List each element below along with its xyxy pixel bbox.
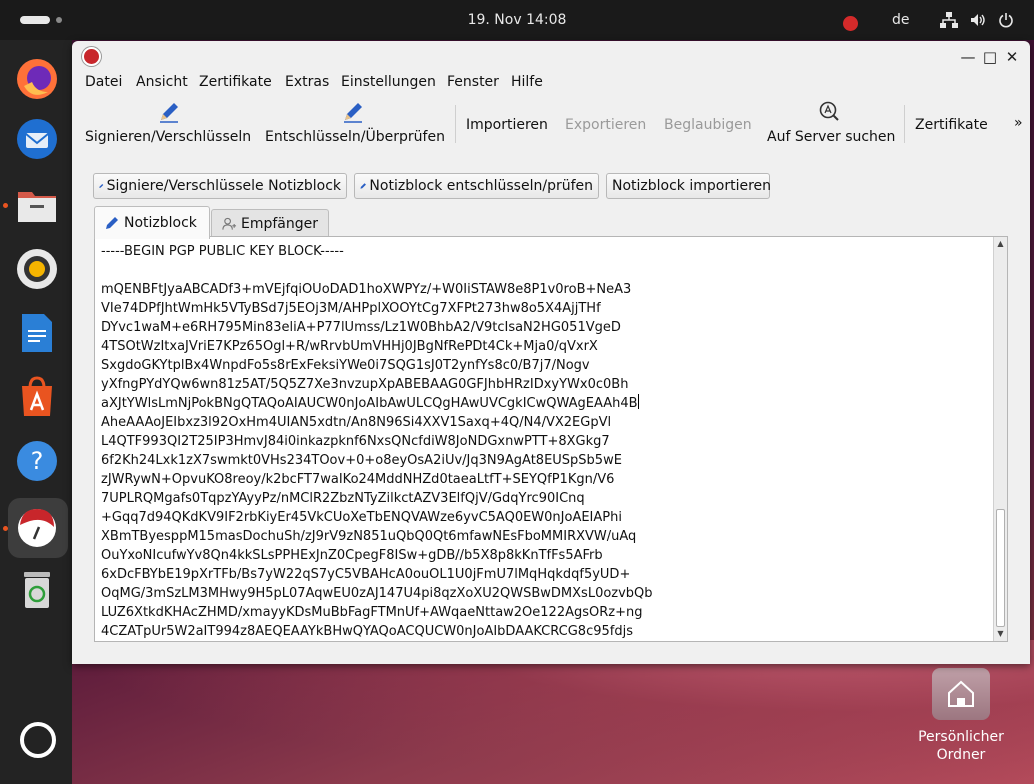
show-apps-icon[interactable] [20,722,56,758]
tab-recipients[interactable]: Empfänger [211,209,329,238]
certificates-button[interactable]: Zertifikate [915,117,988,133]
editor-line: SxgdoGKYtplBx4WnpdFo5s8rExFeksiYWe0i7SQG… [101,358,590,373]
trash-icon[interactable] [12,564,62,614]
sign-encrypt-notepad-button[interactable]: Signiere/Verschlüssele Notizblock [93,173,347,199]
text-caret [637,394,639,409]
sign-encrypt-button[interactable]: Signieren/Verschlüsseln [85,129,251,145]
lookup-server-icon [819,101,839,121]
certify-button[interactable]: Beglaubigen [664,117,752,133]
pen-icon [360,183,366,189]
editor-line: 4CZATpUr5W2aIT994z8AEQEAAYkBHwQYAQoACQUC… [101,624,633,639]
toolbar-separator [904,105,905,143]
close-icon[interactable]: ✕ [1002,47,1022,67]
editor-scrollbar[interactable]: ▲ ▼ [993,237,1007,641]
import-button[interactable]: Importieren [466,117,548,133]
editor-line: OuYxoNIcufwYv8Qn4kkSLsPPHExJnZ0CpegF8ISw… [101,548,603,563]
editor-line: aXJtYWlsLmNjPokBNgQTAQoAIAUCW0nJoAIbAwUL… [101,394,639,411]
dock: ? [0,40,72,784]
sign-encrypt-icon [160,103,178,123]
editor-line: 6f2Kh24Lxk1zX7swmkt0VHs234TOov+0+o8eyOsA… [101,453,622,468]
app-center-icon[interactable] [12,372,62,422]
title-bar[interactable]: — □ ✕ [72,41,1030,71]
rhythmbox-icon[interactable] [12,244,62,294]
home-folder-icon[interactable] [932,668,990,720]
kleopatra-window: — □ ✕ Datei Ansicht Zertifikate Extras E… [72,41,1030,664]
editor-line: L4QTF993QI2T25IP3HmvJ84i0inkazpknf6NxsQN… [101,434,610,449]
decrypt-verify-notepad-label: Notizblock entschlüsseln/prüfen [369,178,593,194]
minimize-icon[interactable]: — [958,47,978,67]
running-indicator [3,203,8,208]
toolbar-separator [455,105,456,143]
menu-einstellungen[interactable]: Einstellungen [341,74,436,90]
scroll-down-icon[interactable]: ▼ [994,627,1007,641]
help-icon[interactable]: ? [12,436,62,486]
editor-line: DYvc1waM+e6RH795Min83eliA+P77lUmss/Lz1W0… [101,320,621,335]
tab-notepad-label: Notizblock [124,215,197,231]
keyboard-layout-indicator[interactable]: de [892,12,910,28]
maximize-icon[interactable]: □ [980,47,1000,67]
export-button[interactable]: Exportieren [565,117,646,133]
menu-hilfe[interactable]: Hilfe [511,74,543,90]
toolbar-overflow-icon[interactable]: » [1014,115,1023,131]
sign-encrypt-notepad-label: Signiere/Verschlüssele Notizblock [106,178,341,194]
import-notepad-label: Notizblock importieren [612,178,772,194]
thunderbird-icon[interactable] [12,114,62,164]
scroll-up-icon[interactable]: ▲ [994,237,1007,251]
kleopatra-app-icon [82,47,101,66]
power-icon[interactable] [998,12,1014,32]
network-icon[interactable] [940,12,958,32]
menu-ansicht[interactable]: Ansicht [136,74,188,90]
decrypt-verify-button[interactable]: Entschlüsseln/Überprüfen [265,129,445,145]
menu-fenster[interactable]: Fenster [447,74,499,90]
pen-icon [106,217,118,229]
home-folder-label-line2: Ordner [936,747,986,763]
menu-zertifikate[interactable]: Zertifikate [199,74,272,90]
user-add-icon [222,217,237,230]
editor-line: LUZ6XtkdKHAcZHMD/xmayyKDsMuBbFagFTMnUf+A… [101,605,643,620]
lookup-server-button[interactable]: Auf Server suchen [767,129,895,145]
decrypt-verify-notepad-button[interactable]: Notizblock entschlüsseln/prüfen [354,173,599,199]
firefox-icon[interactable] [12,54,62,104]
writer-icon[interactable] [12,308,62,358]
menu-bar: Datei Ansicht Zertifikate Extras Einstel… [72,72,1030,96]
menu-extras[interactable]: Extras [285,74,329,90]
toolbar: Signieren/Verschlüsseln Entschlüsseln/Üb… [72,97,1030,151]
editor-line: XBmTByesppM15masDochuSh/zJ9rV9zN851uQbQ0… [101,529,637,544]
volume-icon[interactable] [970,12,986,32]
running-indicator [3,526,8,531]
editor-line: 7UPLRQMgafs0TqpzYAyyPz/nMClR2ZbzNTyZilkc… [101,491,585,506]
clock[interactable]: 19. Nov 14:08 [0,12,1034,28]
tab-recipients-label: Empfänger [240,216,318,232]
import-notepad-button[interactable]: Notizblock importieren [606,173,772,199]
editor-line: VIe74DPfJhtWmHk5VTyBSd7j5EOj3M/AHPplXOOY… [101,301,601,316]
pen-icon [99,184,104,188]
home-folder-label-line1: Persönlicher [918,729,1004,745]
editor-line: mQENBFtJyaABCADf3+mVEjfqiOUoDAD1hoXWPYz/… [101,282,632,297]
kleopatra-icon[interactable] [12,503,62,553]
decrypt-verify-icon [344,103,362,123]
editor-line: OqMG/3mSzLM3MHwy9H5pL07AqwEU0zAJ147U4pi8… [101,586,653,601]
editor-line: +Gqq7d94QKdKV9IF2rbKiyEr45VkCUoXeTbENQVA… [101,510,622,525]
editor-line: 6xDcFBYbE19pXrTFb/Bs7yW22qS7yC5VBAHcA0ou… [101,567,631,582]
editor-line: yXfngPYdYQw6wn81z5AT/5Q5Z7Xe3nvzupXpABEB… [101,377,629,392]
notepad-text[interactable]: -----BEGIN PGP PUBLIC KEY BLOCK----- mQE… [101,242,991,641]
tab-notepad[interactable]: Notizblock [94,206,210,239]
notepad-editor[interactable]: -----BEGIN PGP PUBLIC KEY BLOCK----- mQE… [94,236,1008,642]
editor-line: 4TSOtWzItxaJVriE7KPz65Ogl+R/wRrvbUmVHHj0… [101,339,598,354]
home-folder-label[interactable]: Persönlicher Ordner [912,728,1010,764]
files-icon[interactable] [12,180,62,230]
scroll-thumb[interactable] [996,509,1005,627]
svg-text:?: ? [31,447,44,475]
editor-line: -----BEGIN PGP PUBLIC KEY BLOCK----- [101,244,344,259]
menu-datei[interactable]: Datei [85,74,122,90]
top-bar: 19. Nov 14:08 de [0,0,1034,40]
editor-line: AheAAAoJEIbxz3l92OxHm4UIAN5xdtn/An8N96Si… [101,415,612,430]
kleopatra-tray-icon[interactable] [843,16,858,31]
editor-line: zJWRywN+OpvuKO8reoy/k2bcFT7waIKo24MddNHZ… [101,472,615,487]
